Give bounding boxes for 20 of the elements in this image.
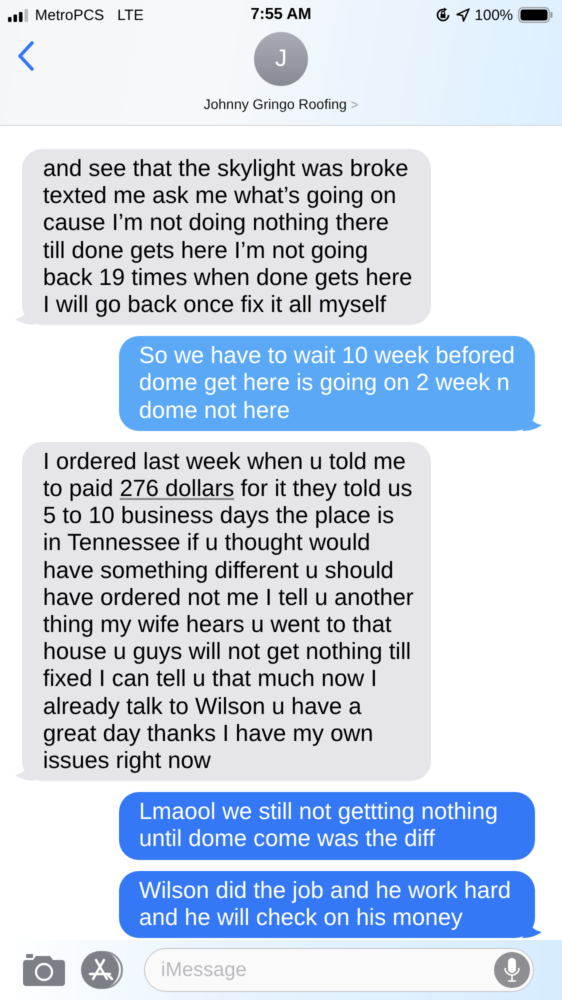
message-text: I ordered last week when u told me to paid 276 dollars for it they told us 5 to 10 business days the place is in Tennessee if u thought would have something different u should have ordered not me I tell u another thing my wife hears u went to that house u guys will not get nothing till fixed I can tell u that much now I already talk to Wilson u have a great day thanks I have my own issues right now	[43, 448, 414, 773]
battery-icon	[518, 7, 554, 23]
location-arrow-icon	[456, 8, 470, 22]
message-text: and see that the skylight was broke texted me ask me what’s going on cause I’m not doing nothing there till done gets here I’m not going back 19 times when done gets here I will go back once fix it all myself	[43, 154, 412, 317]
network-type: LTE	[117, 6, 144, 24]
clock-time: 7:55 AM	[250, 6, 312, 24]
microphone-icon	[503, 957, 521, 983]
amount-link[interactable]: 276 dollars	[120, 474, 234, 501]
message-input-field[interactable]: iMessage	[144, 948, 534, 992]
message-text: So we have to wait 10 week befored dome get here is going on 2 week n dome not here	[139, 342, 515, 423]
battery-percentage: 100%	[474, 6, 514, 24]
camera-icon[interactable]	[22, 954, 66, 986]
message-text: Wilson did the job and he work hard and he will check on his money	[139, 876, 511, 930]
contact-name[interactable]: Johnny Gringo Roofing	[204, 96, 347, 112]
message-text: Lmaool we still not gettting nothing until dome come was the diff	[139, 798, 498, 852]
chevron-icon: >	[350, 96, 358, 112]
signal-icon	[8, 8, 30, 22]
rotation-lock-icon	[434, 7, 451, 23]
carrier-name: MetroPCS	[35, 6, 104, 24]
back-icon[interactable]	[16, 40, 36, 72]
